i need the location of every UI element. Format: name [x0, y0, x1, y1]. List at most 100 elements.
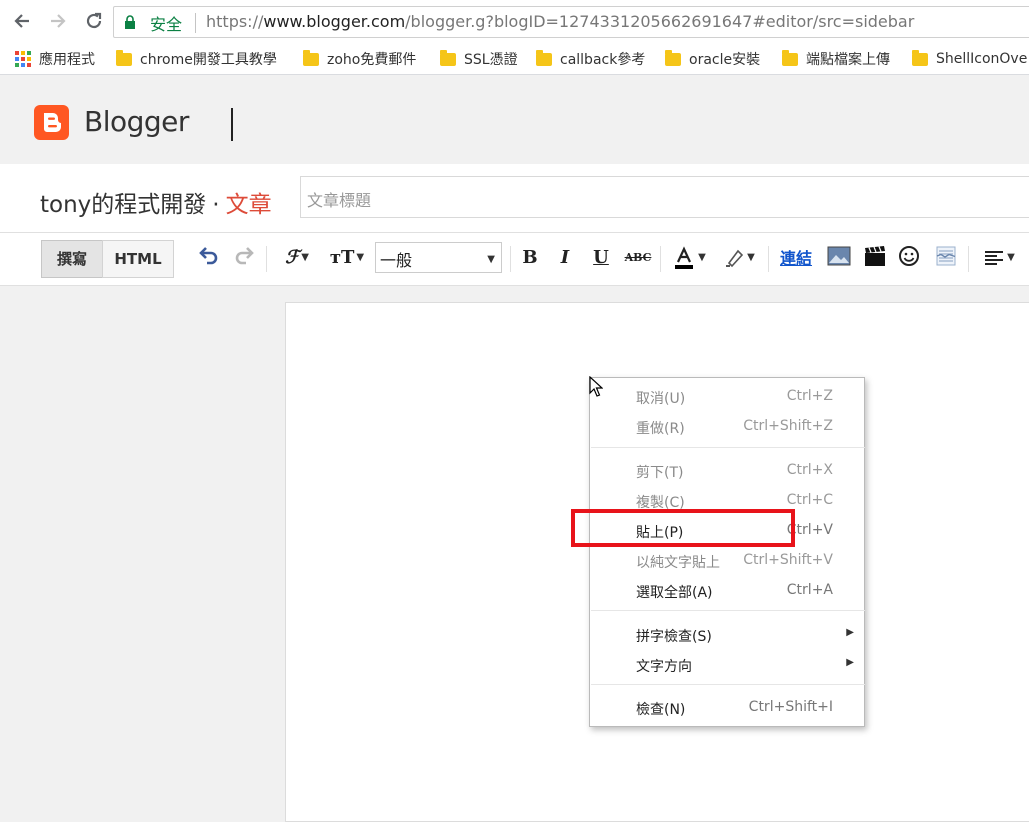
bookmark-folder[interactable]: SSL憑證	[440, 49, 518, 69]
menu-separator	[591, 610, 865, 611]
post-title-bar: tony的程式開發 · 文章 文章標題	[0, 164, 1029, 233]
breadcrumb-separator: ·	[212, 192, 220, 218]
undo-icon[interactable]	[197, 245, 221, 271]
bookmark-label: 端點檔案上傳	[806, 52, 890, 68]
bookmark-label: chrome開發工具教學	[140, 52, 277, 68]
insert-link-button[interactable]: 連結	[780, 245, 812, 269]
url-host: www.blogger.com	[263, 12, 406, 31]
insert-jump-break-button[interactable]	[933, 245, 959, 271]
bookmark-folder[interactable]: callback參考	[536, 49, 645, 69]
mouse-pointer-icon	[589, 376, 603, 397]
font-size-button[interactable]: тT ▼	[325, 245, 369, 271]
undo-arrow-icon	[199, 247, 218, 265]
blog-name[interactable]: tony的程式開發	[40, 192, 206, 218]
post-title-input[interactable]: 文章標題	[300, 176, 1029, 218]
toolbar-divider	[768, 246, 769, 272]
folder-icon	[912, 49, 928, 66]
menu-item-cut[interactable]: 剪下(T) Ctrl+X	[590, 457, 866, 485]
bookmark-apps[interactable]: 應用程式	[15, 49, 95, 69]
align-left-icon	[985, 251, 1004, 265]
menu-item-shortcut: Ctrl+X	[786, 462, 833, 478]
folder-icon	[303, 49, 319, 66]
paste-highlight-annotation	[571, 509, 795, 547]
bold-button[interactable]: B	[518, 245, 542, 271]
menu-item-inspect[interactable]: 檢查(N) Ctrl+Shift+I	[590, 694, 866, 722]
url-path: /blogger.g?blogID=1274331205662691647#ed…	[405, 12, 915, 31]
menu-item-undo[interactable]: 取消(U) Ctrl+Z	[590, 383, 866, 411]
chevron-down-icon: ▼	[301, 252, 309, 263]
toolbar-divider	[266, 246, 267, 272]
chevron-down-icon: ▼	[356, 252, 365, 263]
insert-emoji-button[interactable]	[896, 245, 922, 271]
menu-item-shortcut: Ctrl+Shift+I	[748, 699, 833, 715]
omnibox-divider	[195, 13, 196, 33]
submenu-arrow-icon: ▶	[846, 657, 854, 668]
menu-item-paste-plain-text[interactable]: 以純文字貼上 Ctrl+Shift+V	[590, 547, 866, 575]
menu-item-shortcut: Ctrl+Z	[786, 388, 833, 404]
bookmark-folder[interactable]: 端點檔案上傳	[782, 49, 890, 69]
redo-icon[interactable]	[232, 245, 256, 271]
alignment-button[interactable]: ▼	[978, 245, 1020, 271]
url-scheme: https://	[206, 12, 264, 31]
folder-icon	[440, 49, 456, 66]
compose-mode-tab[interactable]: 撰寫	[41, 240, 103, 278]
chevron-down-icon: ▼	[698, 252, 706, 263]
blogger-wordmark[interactable]: Blogger	[84, 105, 189, 138]
blogger-logo-icon[interactable]	[34, 105, 69, 140]
apps-grid-icon	[15, 51, 31, 67]
underline-icon: U	[593, 247, 609, 268]
insert-image-button[interactable]	[826, 245, 852, 271]
address-bar[interactable]: 安全 https://www.blogger.com/blogger.g?blo…	[113, 6, 1029, 38]
font-family-icon: ℱ	[285, 247, 300, 268]
breadcrumb-posts[interactable]: 文章	[226, 192, 272, 218]
chevron-down-icon: ▼	[1007, 252, 1015, 263]
folder-icon	[782, 49, 798, 66]
html-mode-tab[interactable]: HTML	[102, 240, 174, 278]
jump-break-icon	[936, 246, 956, 266]
bookmark-label: SSL憑證	[464, 52, 518, 68]
bookmark-folder[interactable]: oracle安裝	[665, 49, 760, 69]
menu-item-select-all[interactable]: 選取全部(A) Ctrl+A	[590, 577, 866, 605]
forward-icon[interactable]	[46, 10, 70, 34]
bookmark-label: ShellIconOve	[936, 51, 1028, 67]
secure-label: 安全	[150, 15, 183, 34]
menu-item-label: 剪下(T)	[636, 465, 684, 481]
forward-arrow-icon	[51, 14, 66, 28]
insert-video-button[interactable]	[862, 245, 888, 271]
font-family-button[interactable]: ℱ ▼	[276, 245, 318, 271]
bookmark-label: oracle安裝	[689, 52, 761, 68]
menu-item-label: 檢查(N)	[636, 702, 686, 718]
image-icon	[827, 246, 851, 266]
menu-item-label: 重做(R)	[636, 421, 685, 437]
editor-toolbar: 撰寫 HTML ℱ ▼ тT ▼ 一般 ▼ B I U ABC ▼ ▼ 連結 ▼	[0, 233, 1029, 286]
navigation-bar: 安全 https://www.blogger.com/blogger.g?blo…	[0, 0, 1029, 44]
strikethrough-button[interactable]: ABC	[624, 245, 652, 271]
menu-item-redo[interactable]: 重做(R) Ctrl+Shift+Z	[590, 413, 866, 441]
bookmark-folder[interactable]: zoho免費郵件	[303, 49, 416, 69]
back-arrow-icon	[14, 14, 29, 28]
italic-button[interactable]: I	[553, 245, 577, 271]
menu-item-shortcut: Ctrl+A	[786, 582, 833, 598]
reload-icon[interactable]	[82, 10, 106, 34]
paragraph-style-select[interactable]: 一般 ▼	[375, 242, 502, 273]
strikethrough-icon: ABC	[624, 251, 652, 264]
bookmark-label: callback參考	[560, 52, 646, 68]
highlight-color-button[interactable]: ▼	[718, 245, 760, 271]
menu-item-spellcheck[interactable]: 拼字檢查(S) ▶	[590, 621, 866, 649]
breadcrumb: tony的程式開發 · 文章	[40, 185, 272, 219]
menu-item-label: 選取全部(A)	[636, 585, 713, 601]
url-text[interactable]: https://www.blogger.com/blogger.g?blogID…	[206, 12, 914, 31]
bookmark-folder[interactable]: chrome開發工具教學	[116, 49, 277, 69]
bookmark-folder[interactable]: ShellIconOve	[912, 49, 1027, 69]
paragraph-style-value: 一般	[380, 251, 413, 270]
text-color-button[interactable]: ▼	[668, 245, 710, 271]
menu-item-text-direction[interactable]: 文字方向 ▶	[590, 651, 866, 679]
toolbar-divider	[660, 246, 661, 272]
underline-button[interactable]: U	[589, 245, 613, 271]
folder-icon	[665, 49, 681, 66]
highlighter-icon	[726, 249, 744, 268]
submenu-arrow-icon: ▶	[846, 627, 854, 638]
back-icon[interactable]	[10, 10, 34, 34]
italic-icon: I	[560, 247, 570, 268]
menu-item-shortcut: Ctrl+C	[786, 492, 833, 508]
